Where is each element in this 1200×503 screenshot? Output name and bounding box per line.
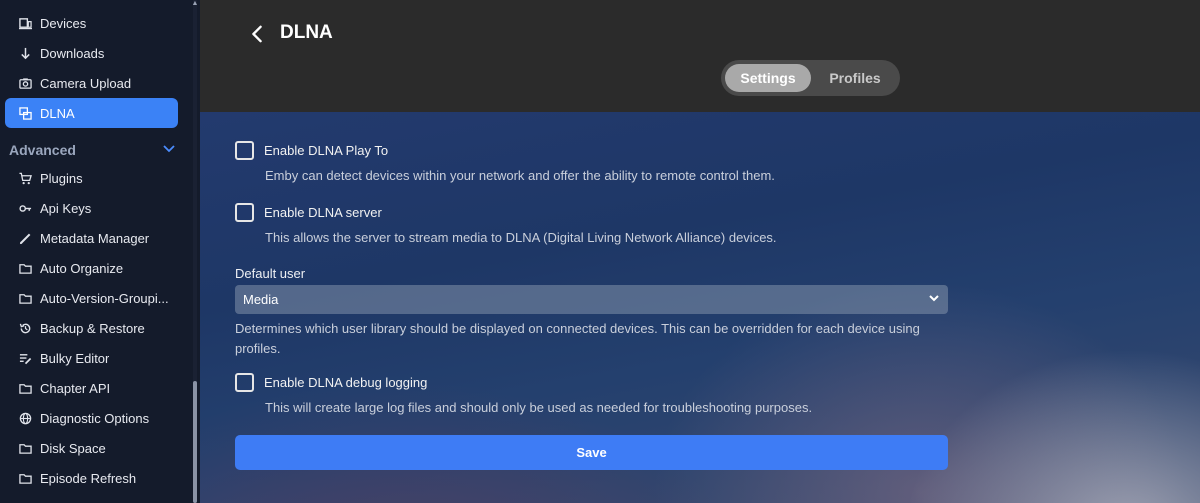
- play-to-row: Enable DLNA Play To: [235, 141, 388, 160]
- folder-icon: [18, 291, 32, 305]
- sidebar-item-diagnostic-options[interactable]: Diagnostic Options: [5, 403, 178, 433]
- sidebar-item-camera-upload[interactable]: Camera Upload: [5, 68, 178, 98]
- sidebar-scrollbar-thumb[interactable]: [193, 381, 197, 503]
- debug-logging-label: Enable DLNA debug logging: [264, 375, 428, 390]
- section-title: Advanced: [9, 142, 76, 158]
- sidebar-item-api-keys[interactable]: Api Keys: [5, 193, 178, 223]
- play-to-description: Emby can detect devices within your netw…: [265, 168, 775, 183]
- sidebar-item-label: Auto Organize: [40, 260, 124, 276]
- sidebar-item-label: Disk Space: [40, 440, 106, 456]
- default-user-description: Determines which user library should be …: [235, 321, 920, 356]
- sidebar-item-label: Chapter API: [40, 380, 111, 396]
- sidebar-item-devices[interactable]: Devices: [5, 8, 178, 38]
- sidebar-item-label: Backup & Restore: [40, 320, 145, 336]
- section-advanced[interactable]: Advanced: [9, 140, 179, 160]
- folder-icon: [18, 441, 32, 455]
- debug-logging-description: This will create large log files and sho…: [265, 400, 813, 415]
- chevron-down-icon: [163, 144, 175, 156]
- edit-list-icon: [18, 351, 32, 365]
- sidebar-item-plugins[interactable]: Plugins: [5, 163, 178, 193]
- default-user-select[interactable]: Media: [235, 285, 948, 314]
- sidebar-item-episode-refresh[interactable]: Episode Refresh: [5, 463, 178, 493]
- pencil-icon: [18, 231, 32, 245]
- sidebar-item-label: Camera Upload: [40, 75, 132, 91]
- sidebar-item-label: Metadata Manager: [40, 230, 150, 246]
- sidebar-item-disk-space[interactable]: Disk Space: [5, 433, 178, 463]
- debug-logging-checkbox[interactable]: [235, 373, 254, 392]
- default-user-value: Media: [243, 292, 279, 307]
- chevron-left-icon: [252, 25, 262, 43]
- back-button[interactable]: [244, 20, 270, 48]
- page-header: DLNA Settings Profiles: [200, 0, 1200, 112]
- dlna-server-description: This allows the server to stream media t…: [265, 230, 777, 245]
- folder-icon: [18, 381, 32, 395]
- camera-icon: [18, 76, 32, 90]
- dlna-icon: [18, 106, 32, 120]
- download-icon: [18, 46, 32, 60]
- play-to-label: Enable DLNA Play To: [264, 143, 389, 158]
- sidebar-item-label: DLNA: [40, 105, 75, 121]
- globe-icon: [18, 411, 32, 425]
- sidebar-item-bulky-editor[interactable]: Bulky Editor: [5, 343, 178, 373]
- sidebar-item-label: Auto-Version-Groupi...: [40, 290, 169, 306]
- sidebar-item-chapter-api[interactable]: Chapter API: [5, 373, 178, 403]
- devices-icon: [18, 16, 32, 30]
- tab-settings[interactable]: Settings: [725, 64, 811, 92]
- sidebar-item-label: Api Keys: [40, 200, 92, 216]
- sidebar-item-dlna[interactable]: DLNA: [5, 98, 178, 128]
- restore-icon: [18, 321, 32, 335]
- settings-panel: Enable DLNA Play To Emby can detect devi…: [200, 112, 1200, 503]
- tab-profiles[interactable]: Profiles: [815, 64, 895, 92]
- dlna-server-row: Enable DLNA server: [235, 203, 382, 222]
- sidebar-item-label: Diagnostic Options: [40, 410, 150, 426]
- sidebar-item-label: Downloads: [40, 45, 105, 61]
- debug-logging-row: Enable DLNA debug logging: [235, 373, 427, 392]
- dlna-server-label: Enable DLNA server: [264, 205, 382, 220]
- page-title: DLNA: [280, 22, 333, 43]
- key-icon: [18, 201, 32, 215]
- sidebar-item-auto-organize[interactable]: Auto Organize: [5, 253, 178, 283]
- scroll-up-arrow-icon[interactable]: ▲: [191, 0, 199, 8]
- folder-icon: [18, 471, 32, 485]
- chevron-down-icon: [928, 292, 940, 307]
- sidebar-item-downloads[interactable]: Downloads: [5, 38, 178, 68]
- sidebar-item-auto-version-grouping[interactable]: Auto-Version-Groupi...: [5, 283, 178, 313]
- play-to-checkbox[interactable]: [235, 141, 254, 160]
- tab-bar: Settings Profiles: [721, 60, 900, 96]
- dlna-server-checkbox[interactable]: [235, 203, 254, 222]
- sidebar-item-metadata-manager[interactable]: Metadata Manager: [5, 223, 178, 253]
- sidebar-item-label: Plugins: [40, 170, 83, 186]
- sidebar-item-label: Episode Refresh: [40, 470, 137, 486]
- folder-icon: [18, 261, 32, 275]
- cart-icon: [18, 171, 32, 185]
- sidebar-item-backup-restore[interactable]: Backup & Restore: [5, 313, 178, 343]
- sidebar: Devices Downloads Camera Upload DLNA Adv…: [0, 0, 200, 503]
- sidebar-item-label: Bulky Editor: [40, 350, 110, 366]
- save-button[interactable]: Save: [235, 435, 948, 470]
- default-user-label: Default user: [235, 266, 306, 281]
- sidebar-item-label: Devices: [40, 15, 87, 31]
